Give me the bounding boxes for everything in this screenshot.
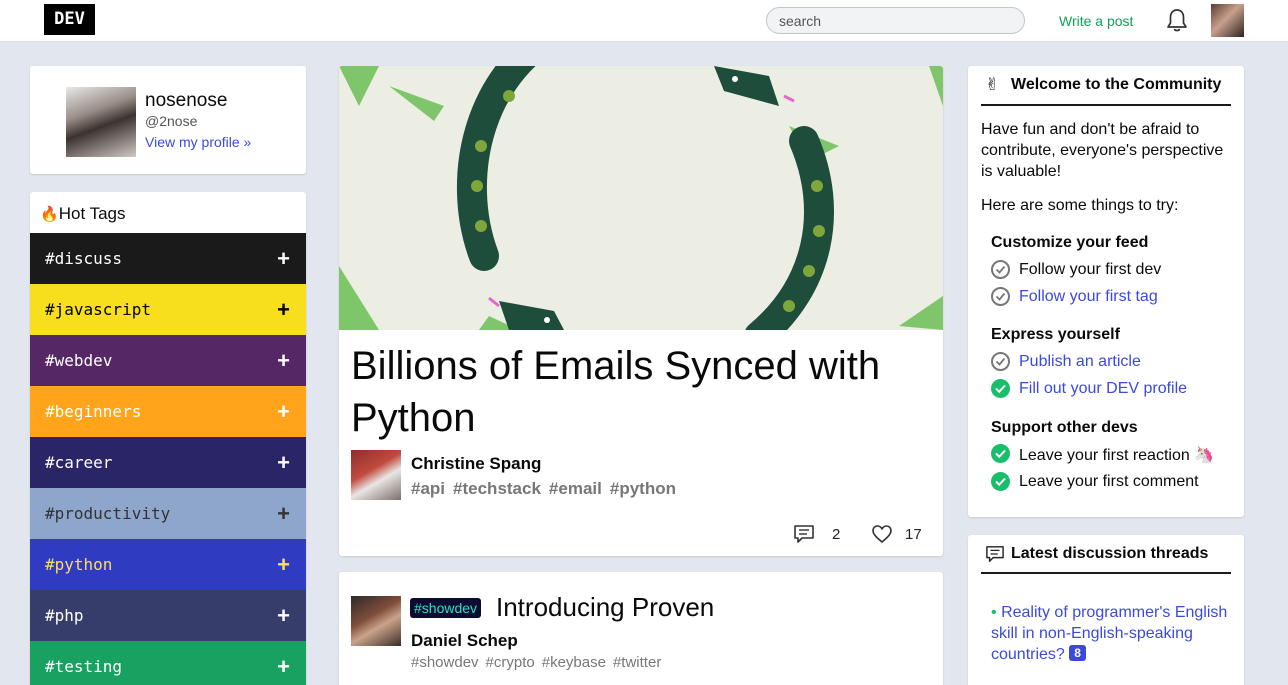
discussion-threads-card: Latest discussion threads • Reality of p… — [968, 535, 1244, 685]
hot-tag-label[interactable]: #php — [45, 606, 84, 625]
bullet-icon: • — [991, 604, 997, 621]
profile-name[interactable]: nosenose — [145, 90, 227, 112]
top-bar: DEV Write a post — [0, 0, 1288, 42]
bell-icon[interactable] — [1165, 8, 1189, 34]
hot-tag-label[interactable]: #javascript — [45, 300, 151, 319]
plus-icon[interactable]: + — [277, 590, 290, 641]
author-avatar[interactable] — [351, 450, 401, 500]
comment-icon — [986, 546, 1004, 562]
dev-logo[interactable]: DEV — [44, 4, 95, 35]
threads-header: Latest discussion threads — [981, 543, 1231, 574]
check-done-icon — [991, 472, 1010, 491]
hot-tag-label[interactable]: #python — [45, 555, 112, 574]
checklist-link[interactable]: Publish an article — [1019, 353, 1141, 371]
hot-tags-card: 🔥 Hot Tags #discuss + #javascript + #webdev +… — [30, 192, 306, 685]
check-done-icon — [991, 444, 1010, 463]
search-input[interactable] — [766, 7, 1025, 34]
article-tags: #showdev #crypto #keybase #twitter — [411, 654, 668, 671]
hot-tag-item[interactable]: #testing + — [30, 641, 306, 685]
plus-icon[interactable]: + — [277, 641, 290, 685]
article-tag[interactable]: #python — [610, 479, 676, 498]
welcome-header: ✌ Welcome to the Community — [981, 74, 1231, 106]
checklist-item: Leave your first reaction 🦄 — [1019, 445, 1214, 465]
section-heading: Customize your feed — [991, 234, 1149, 251]
author-avatar[interactable] — [351, 596, 401, 646]
hot-tag-item[interactable]: #discuss + — [30, 233, 306, 284]
welcome-card: ✌ Welcome to the Community Have fun and … — [968, 66, 1244, 517]
plus-icon[interactable]: + — [277, 233, 290, 284]
welcome-try: Here are some things to try: — [981, 197, 1179, 214]
checklist-item: Leave your first comment — [1019, 473, 1199, 490]
wave-hand-icon: ✌ — [985, 75, 1000, 94]
plus-icon[interactable]: + — [277, 488, 290, 539]
comment-icon[interactable] — [793, 524, 815, 544]
thread-link[interactable]: Reality of programmer's English skill in… — [991, 604, 1227, 663]
profile-avatar[interactable] — [66, 87, 136, 157]
plus-icon[interactable]: + — [277, 284, 290, 335]
welcome-intro: Have fun and don't be afraid to contribu… — [981, 121, 1224, 180]
tag-list: #discuss + #javascript + #webdev + #beginners +… — [30, 233, 306, 685]
checklist-item-label: Leave your first reaction — [1019, 447, 1190, 464]
reaction-count: 17 — [905, 526, 922, 543]
hot-tag-item[interactable]: #productivity + — [30, 488, 306, 539]
profile-handle: @2nose — [145, 113, 198, 129]
section-heading: Support other devs — [991, 419, 1138, 436]
article-title[interactable]: Introducing Proven — [496, 592, 714, 623]
article-tag[interactable]: #techstack — [453, 479, 541, 498]
hot-tag-label[interactable]: #webdev — [45, 351, 112, 370]
article-tags: #api #techstack #email #python — [411, 479, 684, 499]
view-profile-link[interactable]: View my profile » — [145, 134, 251, 150]
heart-icon[interactable] — [871, 524, 893, 544]
hot-tag-item[interactable]: #php + — [30, 590, 306, 641]
hot-tag-label[interactable]: #beginners — [45, 402, 141, 421]
profile-card: nosenose @2nose View my profile » — [30, 66, 306, 174]
fire-icon: 🔥 — [40, 206, 59, 223]
welcome-title: Welcome to the Community — [1011, 76, 1222, 93]
hot-tag-item[interactable]: #webdev + — [30, 335, 306, 386]
user-avatar[interactable] — [1211, 4, 1244, 37]
article-tag[interactable]: #twitter — [613, 654, 661, 671]
plus-icon[interactable]: + — [277, 386, 290, 437]
hot-tag-item[interactable]: #beginners + — [30, 386, 306, 437]
author-name[interactable]: Christine Spang — [411, 454, 541, 474]
thread-comment-count: 8 — [1069, 645, 1086, 661]
article-tag[interactable]: #api — [411, 479, 445, 498]
hot-tag-label[interactable]: #discuss — [45, 249, 122, 268]
write-post-link[interactable]: Write a post — [1059, 13, 1133, 29]
plus-icon[interactable]: + — [277, 335, 290, 386]
hot-tag-item[interactable]: #javascript + — [30, 284, 306, 335]
article-cover-image[interactable] — [339, 66, 943, 330]
plus-icon[interactable]: + — [277, 437, 290, 488]
author-name[interactable]: Daniel Schep — [411, 631, 518, 651]
article-tag[interactable]: #email — [549, 479, 602, 498]
checklist-link[interactable]: Fill out your DEV profile — [1019, 380, 1187, 398]
plus-icon[interactable]: + — [277, 539, 290, 590]
featured-article-card[interactable]: Billions of Emails Synced with Python Ch… — [339, 66, 943, 556]
check-done-icon — [991, 379, 1010, 398]
hot-tags-header: 🔥 Hot Tags — [30, 192, 306, 233]
comment-count: 2 — [832, 526, 841, 543]
unicorn-icon: 🦄 — [1194, 447, 1215, 464]
check-circle-icon — [991, 352, 1010, 371]
article-tag[interactable]: #keybase — [542, 654, 606, 671]
threads-title: Latest discussion threads — [1011, 545, 1209, 562]
hot-tag-item[interactable]: #python + — [30, 539, 306, 590]
article-title[interactable]: Billions of Emails Synced with Python — [351, 340, 911, 444]
checklist-item: Follow your first dev — [1019, 261, 1162, 278]
article-card[interactable]: #showdev Introducing Proven Daniel Schep… — [339, 572, 943, 685]
check-circle-icon — [991, 260, 1010, 279]
hot-tags-title: Hot Tags — [58, 204, 126, 223]
hot-tag-label[interactable]: #testing — [45, 657, 122, 676]
article-tag[interactable]: #crypto — [486, 654, 535, 671]
section-heading: Express yourself — [991, 326, 1120, 343]
snake-illustration-icon — [339, 66, 943, 330]
article-tag[interactable]: #showdev — [411, 654, 479, 671]
hot-tag-label[interactable]: #career — [45, 453, 112, 472]
checklist-link[interactable]: Follow your first tag — [1019, 288, 1158, 306]
thread-item[interactable]: • Reality of programmer's English skill … — [991, 602, 1231, 665]
hot-tag-item[interactable]: #career + — [30, 437, 306, 488]
hot-tag-label[interactable]: #productivity — [45, 504, 170, 523]
showdev-badge[interactable]: #showdev — [410, 598, 482, 618]
check-circle-icon — [991, 287, 1010, 306]
